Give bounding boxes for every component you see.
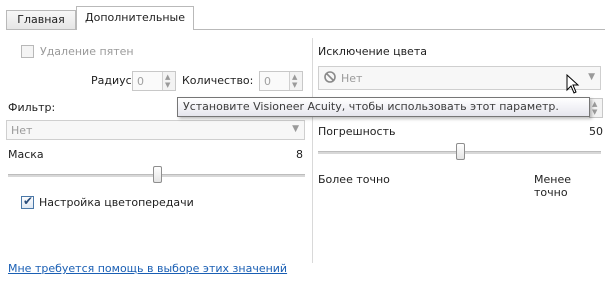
tab-advanced[interactable]: Дополнительные [76,6,194,30]
quantity-value: 0 [264,75,271,88]
mouse-cursor-icon [566,73,580,94]
color-exclusion-select[interactable]: Нет ▼ [318,66,601,90]
tab-main[interactable]: Главная [6,10,76,29]
spin-down-icon[interactable]: ▼ [292,82,297,89]
filter-value: Нет [11,124,33,137]
tolerance-slider-thumb[interactable] [455,143,465,160]
spin-up-icon[interactable]: ▲ [292,74,297,81]
radius-label: Радиус: [91,74,136,87]
spot-removal-checkbox[interactable] [21,45,34,58]
spin-down-icon[interactable]: ▼ [165,82,170,89]
mask-value: 8 [296,148,303,161]
quantity-stepper[interactable]: 0 ▲ ▼ [259,71,303,91]
filter-select[interactable]: Нет ▼ [6,120,305,140]
hidden-spin-buttons[interactable]: ▲ ▼ [589,99,602,117]
mask-slider-thumb[interactable] [152,166,162,183]
acuity-tooltip: Установите Visioneer Acuity, чтобы испол… [177,97,590,117]
color-exclusion-label: Исключение цвета [318,45,427,58]
radius-value: 0 [137,75,144,88]
mask-label: Маска [8,148,44,161]
quantity-label: Количество: [182,74,254,87]
hidden-stepper[interactable]: ▲ ▼ [589,98,603,118]
filter-label: Фильтр: [8,101,56,114]
quantity-spin-buttons[interactable]: ▲ ▼ [289,72,302,90]
color-adjust-label: Настройка цветопередачи [39,196,194,209]
color-adjust-checkbox[interactable] [21,194,34,209]
chevron-down-icon: ▼ [588,72,595,82]
chevron-down-icon: ▼ [292,124,299,134]
tolerance-value: 50 [589,125,603,138]
spin-down-icon[interactable]: ▼ [592,109,597,116]
color-exclusion-value: Нет [341,72,363,85]
spin-up-icon[interactable]: ▲ [592,101,597,108]
less-precise-label: Менее точно [534,173,571,199]
column-divider [312,38,313,263]
spin-up-icon[interactable]: ▲ [165,74,170,81]
radius-spin-buttons[interactable]: ▲ ▼ [162,72,175,90]
tolerance-label: Погрешность [318,125,396,138]
more-precise-label: Более точно [318,173,390,186]
spot-removal-label: Удаление пятен [40,45,134,58]
no-entry-icon [324,71,336,83]
radius-stepper[interactable]: 0 ▲ ▼ [132,71,176,91]
help-link[interactable]: Мне требуется помощь в выборе этих значе… [8,262,287,275]
